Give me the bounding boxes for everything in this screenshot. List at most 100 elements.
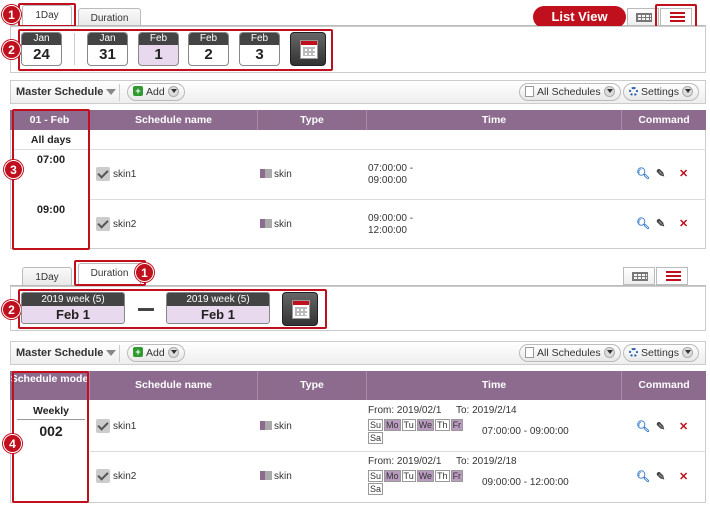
weekday-chip-active: Fr [450,419,464,431]
grid-icon [632,272,648,281]
row-checkbox[interactable] [96,217,110,231]
type-label: skin [274,421,292,432]
column-header: Schedule name [90,110,258,130]
table-body [10,130,706,249]
dropdown-arrow-icon [106,89,117,96]
row-checkbox[interactable] [96,469,110,483]
callout-badge: 1 [2,5,21,24]
divider [74,33,75,65]
date-day: 24 [33,46,50,63]
divider [119,84,120,101]
type-label: skin [274,219,292,230]
time-end: 09:00:00 [368,175,407,186]
callout-badge: 3 [4,160,23,179]
divider [119,345,120,362]
search-icon[interactable]: 🔍︎ [636,470,650,483]
all-schedules-dropdown[interactable]: All Schedules [519,83,621,101]
date-button[interactable]: Jan 24 [21,32,62,66]
settings-label: Settings [641,86,679,98]
range-dash [138,308,154,311]
type-cell: skin [260,470,292,482]
settings-dropdown[interactable]: Settings [623,83,699,101]
date-from: From: 2019/02/1 [368,405,442,416]
row-divider [90,199,706,200]
chevron-down-icon [167,346,179,358]
date-button[interactable]: Jan 31 [87,32,128,66]
toolbar: Master Schedule + Add All Schedules Setti… [10,341,706,365]
weekday-chip-active: We [416,419,435,431]
row-checkbox[interactable] [96,419,110,433]
master-schedule-label: Master Schedule [16,86,104,98]
column-header: Type [258,110,367,130]
calendar-picker-button[interactable] [282,292,318,326]
schedule-name[interactable]: skin1 [113,169,136,180]
search-icon[interactable]: 🔍︎ [636,167,650,180]
schedule-name[interactable]: skin1 [113,421,136,432]
settings-dropdown[interactable]: Settings [623,344,699,362]
weekday-chip-active: Mo [384,470,401,482]
tab-1day[interactable]: 1Day [22,267,72,287]
add-button[interactable]: + Add [127,344,185,362]
column-header: Time [367,371,622,400]
date-month: Feb [139,33,178,45]
master-schedule-label: Master Schedule [16,347,104,359]
date-month: Feb [189,33,228,45]
edit-icon[interactable]: ✎ [656,470,665,483]
weekday-chip-active: Mo [384,419,401,431]
plus-icon: + [133,347,143,358]
highlight-box [12,371,89,503]
week-start-button[interactable]: 2019 week (5) Feb 1 [21,292,125,324]
search-icon[interactable]: 🔍︎ [636,420,650,433]
delete-icon[interactable]: ✕ [679,217,688,230]
date-button-selected[interactable]: Feb 1 [138,32,179,66]
date-to: To: 2019/2/14 [456,405,517,416]
schedule-name[interactable]: skin2 [113,471,136,482]
weekday-chip: Sa [368,483,384,495]
weekday-chip: Tu [401,470,416,482]
date-day: 31 [99,46,116,63]
type-cell: skin [260,420,292,432]
list-view-button[interactable] [656,267,688,285]
time-end: 12:00:00 [368,225,407,236]
date-day: 3 [255,46,264,63]
delete-icon[interactable]: ✕ [679,420,688,433]
all-schedules-dropdown[interactable]: All Schedules [519,344,621,362]
master-schedule-menu[interactable]: Master Schedule [16,347,117,359]
skin-icon [260,420,272,430]
date-month: Feb [240,33,279,45]
row-divider [12,149,706,150]
gear-icon [629,86,638,96]
weekday-chip: Su [368,470,384,482]
add-button[interactable]: + Add [127,83,185,101]
weekday-chip-active: Fr [450,470,464,482]
chevron-down-icon [681,346,693,358]
week-end-button[interactable]: 2019 week (5) Feb 1 [166,292,270,324]
file-icon [525,85,534,97]
date-to: To: 2019/2/18 [456,456,517,467]
date-day: 1 [154,46,163,63]
week-label: 2019 week (5) [22,293,124,306]
calendar-picker-button[interactable] [290,32,326,66]
skin-icon [260,168,272,178]
weekday-chip: Su [368,419,384,431]
column-header: Schedule name [90,371,258,400]
edit-icon[interactable]: ✎ [656,167,665,180]
row-checkbox[interactable] [96,167,110,181]
chevron-down-icon [603,346,615,358]
schedule-name[interactable]: skin2 [113,219,136,230]
time-start: 07:00:00 - [368,163,414,174]
delete-icon[interactable]: ✕ [679,470,688,483]
date-button[interactable]: Feb 2 [188,32,229,66]
master-schedule-menu[interactable]: Master Schedule [16,86,117,98]
date-button[interactable]: Feb 3 [239,32,280,66]
type-cell: skin [260,168,292,180]
skin-icon [260,470,272,480]
search-icon[interactable]: 🔍︎ [636,217,650,230]
date-month: Jan [22,33,61,45]
calendar-view-button[interactable] [623,267,655,285]
delete-icon[interactable]: ✕ [679,167,688,180]
edit-icon[interactable]: ✎ [656,217,665,230]
skin-icon [260,218,272,228]
weekday-chip: Th [435,470,450,482]
edit-icon[interactable]: ✎ [656,420,665,433]
